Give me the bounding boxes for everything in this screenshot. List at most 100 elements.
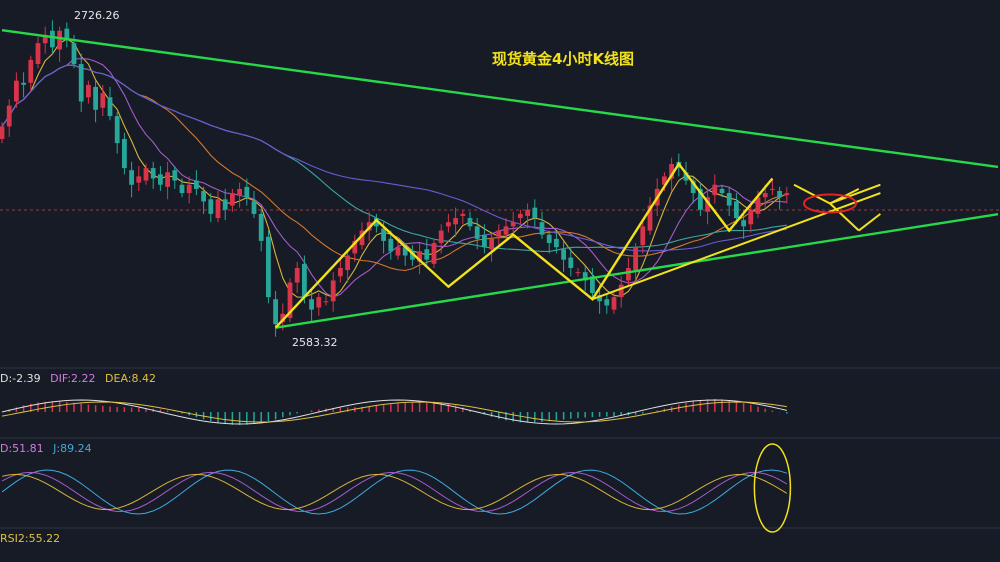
candle-body — [273, 299, 278, 325]
candle-body — [57, 30, 62, 50]
candle-body — [338, 267, 343, 277]
candle-body — [395, 247, 401, 256]
kdj-readout: D:51.81 J:89.24 — [0, 442, 98, 455]
candle-body — [741, 220, 746, 227]
candle-body — [712, 184, 718, 196]
candle-body — [381, 228, 386, 241]
candle-body — [777, 190, 782, 198]
candle-body — [496, 230, 502, 237]
candle-body — [129, 170, 134, 185]
candle-body — [568, 257, 574, 268]
chart-title: 现货黄金4小时K线图 — [492, 50, 635, 68]
panel-separators — [0, 209, 1000, 529]
candle-body — [86, 84, 91, 98]
candle-body — [575, 272, 581, 274]
candle-body — [266, 236, 271, 298]
candle-body — [150, 168, 156, 179]
candle-body — [474, 226, 480, 239]
candle-body — [438, 230, 444, 244]
candle-body — [626, 267, 631, 281]
candle-body — [244, 186, 250, 198]
candle-body — [0, 126, 5, 139]
candle-body — [611, 297, 617, 310]
macd-dif-b: DIF:2.22 — [50, 372, 96, 385]
candle-body — [482, 234, 487, 248]
candle-body — [539, 222, 545, 235]
candle-body — [258, 213, 264, 241]
kdj-d: D:51.81 — [0, 442, 44, 455]
price-chart — [0, 20, 1000, 533]
candle-body — [50, 30, 55, 48]
candle-body — [222, 199, 228, 210]
kdj-highlight-ellipse — [753, 443, 792, 533]
candle-body — [503, 226, 509, 235]
candle-body — [14, 80, 19, 102]
candle-body — [345, 255, 350, 271]
candle-body — [309, 299, 314, 310]
candle-body — [35, 43, 41, 65]
moving-average-lines — [1, 38, 788, 298]
low-price-label: 2583.32 — [292, 336, 338, 349]
rsi-2: RSI2:55.22 — [0, 532, 61, 545]
candle-body — [186, 184, 192, 194]
candle-body — [194, 180, 199, 189]
candle-body — [734, 201, 739, 219]
candle-body — [640, 226, 646, 246]
candle-body — [546, 234, 552, 244]
candle-body — [604, 299, 610, 306]
kdj-panel — [1, 443, 792, 533]
candle-body — [424, 249, 430, 260]
candle-body — [6, 105, 12, 127]
ma40-line — [1, 64, 787, 252]
candle-body — [93, 86, 98, 110]
candle-body — [302, 263, 307, 298]
macd-dif-a: D:-2.39 — [0, 372, 41, 385]
candle-body — [71, 43, 77, 65]
candle-body — [719, 188, 725, 194]
candle-body — [633, 247, 638, 271]
candle-body — [762, 193, 768, 198]
macd-panel — [1, 399, 788, 425]
candle-body — [453, 218, 458, 225]
candle-body — [100, 93, 106, 108]
candle-body — [114, 116, 120, 144]
candle-body — [431, 243, 437, 264]
candle-body — [784, 193, 790, 196]
candle-body — [525, 209, 530, 216]
ma60-line — [1, 64, 787, 252]
candle-body — [748, 209, 754, 225]
candle-body — [460, 213, 466, 216]
candle-body — [136, 176, 142, 183]
candle-body — [201, 190, 206, 202]
candle-body — [165, 172, 170, 187]
candle-body — [532, 207, 538, 219]
rsi-readout: RSI2:55.22 — [0, 532, 60, 545]
ma20-line — [1, 64, 787, 272]
candle-body — [208, 199, 214, 214]
candle-body — [388, 238, 394, 252]
candle-body — [489, 238, 494, 250]
candle-body — [518, 213, 523, 219]
candle-body — [726, 193, 732, 206]
projection-arrow — [858, 213, 882, 232]
candle-body — [510, 222, 516, 227]
candle-body — [107, 97, 113, 117]
candle-body — [21, 82, 26, 85]
candle-body — [316, 297, 322, 308]
candle-body — [28, 59, 34, 83]
trend-lines — [1, 29, 999, 329]
candle-body — [323, 301, 329, 303]
candle-body — [215, 199, 221, 219]
kdj-j: J:89.24 — [53, 442, 92, 455]
high-price-label: 2726.26 — [74, 9, 120, 22]
candle-body — [179, 184, 185, 194]
chart-stage: 现货黄金4小时K线图 2726.26 2583.32 D:-2.39 DIF:2… — [0, 0, 1000, 562]
kdj-k-line — [1, 473, 788, 511]
macd-readout: D:-2.39 DIF:2.22 DEA:8.42 — [0, 372, 162, 385]
candle-body — [446, 222, 451, 227]
ma5-line — [1, 38, 788, 298]
candle-body — [561, 249, 566, 260]
candle-body — [330, 280, 336, 302]
wave-path — [274, 161, 774, 329]
candle-body — [64, 28, 70, 40]
